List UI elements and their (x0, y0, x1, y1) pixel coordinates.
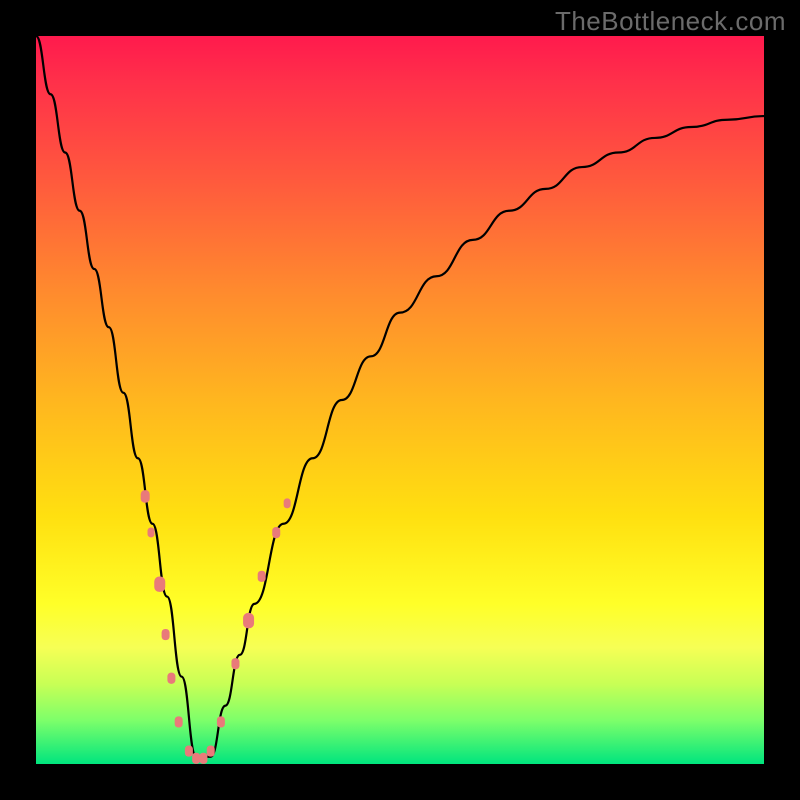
chart-frame: TheBottleneck.com (0, 0, 800, 800)
curve-marker (148, 528, 155, 538)
curve-marker (217, 716, 225, 727)
curve-markers (141, 490, 291, 764)
curve-marker (258, 571, 266, 582)
watermark-text: TheBottleneck.com (555, 6, 786, 37)
curve-marker (154, 577, 165, 592)
curve-marker (231, 658, 239, 669)
curve-marker (207, 745, 215, 756)
curve-marker (175, 716, 183, 727)
bottleneck-curve (36, 36, 764, 757)
curve-marker (284, 498, 291, 508)
curve-marker (272, 527, 280, 538)
curve-marker (141, 490, 150, 503)
curve-marker (167, 673, 175, 684)
curve-marker (243, 613, 254, 628)
plot-area (36, 36, 764, 764)
curve-marker (185, 745, 193, 756)
chart-svg (36, 36, 764, 764)
curve-marker (192, 753, 200, 764)
curve-marker (162, 629, 170, 640)
curve-marker (199, 753, 207, 764)
